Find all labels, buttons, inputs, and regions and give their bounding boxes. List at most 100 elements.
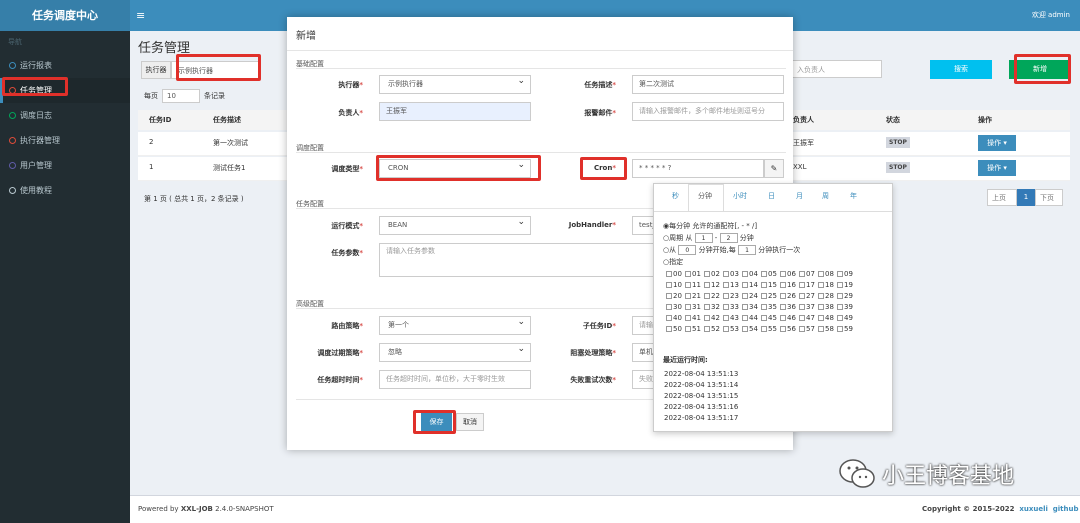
run-mode-select[interactable]: BEAN xyxy=(379,214,531,235)
minute-checkbox[interactable]: 03 xyxy=(723,270,739,278)
edit-icon[interactable]: ✎ xyxy=(764,159,784,178)
minute-checkbox[interactable]: 14 xyxy=(742,281,758,289)
cycle-from-input[interactable]: 1 xyxy=(694,233,713,243)
opt-every[interactable]: ◉ 每分钟 允许的通配符[, - * /] xyxy=(663,221,757,231)
current-page-button[interactable]: 1 xyxy=(1017,189,1035,206)
child-input[interactable]: 请输 xyxy=(632,316,654,335)
minute-checkbox[interactable]: 40 xyxy=(666,314,682,322)
minute-checkbox[interactable]: 15 xyxy=(761,281,777,289)
opt-from[interactable]: ○ 从 0 分钟开始,每 1 分钟执行一次 xyxy=(663,245,800,255)
minute-checkbox[interactable]: 02 xyxy=(704,270,720,278)
minute-checkbox[interactable]: 52 xyxy=(704,325,720,333)
minute-checkbox[interactable]: 16 xyxy=(780,281,796,289)
next-page-button[interactable]: 下页 xyxy=(1035,189,1063,206)
timeout-input[interactable]: 任务超时时间，单位秒，大于零时生效 xyxy=(379,370,531,389)
add-task-button[interactable]: 新增 xyxy=(1009,60,1071,79)
retry-input[interactable]: 失败 xyxy=(632,370,654,389)
cron-tab-4[interactable]: 月 xyxy=(796,191,803,201)
cron-input[interactable]: * * * * * ? xyxy=(632,159,764,178)
minute-checkbox[interactable]: 01 xyxy=(685,270,701,278)
app-logo[interactable]: 任务调度中心 xyxy=(0,0,130,31)
minute-checkbox[interactable]: 12 xyxy=(704,281,720,289)
github-link[interactable]: github xyxy=(1053,505,1079,513)
minute-checkbox[interactable]: 32 xyxy=(704,303,720,311)
minute-checkbox[interactable]: 43 xyxy=(723,314,739,322)
cron-tab-5[interactable]: 周 xyxy=(822,191,829,201)
per-page-select[interactable]: 10 xyxy=(162,89,200,103)
sidebar-item-4[interactable]: 用户管理 xyxy=(0,153,130,178)
minute-checkbox[interactable]: 55 xyxy=(761,325,777,333)
minute-checkbox[interactable]: 58 xyxy=(818,325,834,333)
executor-select[interactable]: 示例执行器 xyxy=(379,73,531,94)
minute-checkbox[interactable]: 09 xyxy=(837,270,853,278)
minute-checkbox[interactable]: 06 xyxy=(780,270,796,278)
minute-checkbox[interactable]: 47 xyxy=(799,314,815,322)
minute-checkbox[interactable]: 19 xyxy=(837,281,853,289)
minute-checkbox[interactable]: 37 xyxy=(799,303,815,311)
minute-checkbox[interactable]: 42 xyxy=(704,314,720,322)
minute-checkbox[interactable]: 07 xyxy=(799,270,815,278)
cron-tab-1[interactable]: 分钟 xyxy=(698,191,712,201)
cron-tab-0[interactable]: 秒 xyxy=(672,191,679,201)
menu-toggle-icon[interactable]: ≡ xyxy=(136,9,145,22)
minute-checkbox[interactable]: 45 xyxy=(761,314,777,322)
minute-checkbox[interactable]: 57 xyxy=(799,325,815,333)
sidebar-item-3[interactable]: 执行器管理 xyxy=(0,128,130,153)
sidebar-item-2[interactable]: 调度日志 xyxy=(0,103,130,128)
minute-checkbox[interactable]: 17 xyxy=(799,281,815,289)
sidebar-item-1[interactable]: 任务管理 xyxy=(0,78,130,103)
minute-checkbox[interactable]: 25 xyxy=(761,292,777,300)
user-menu[interactable]: 欢迎 admin xyxy=(1032,10,1070,20)
minute-checkbox[interactable]: 23 xyxy=(723,292,739,300)
minute-checkbox[interactable]: 35 xyxy=(761,303,777,311)
minute-checkbox[interactable]: 31 xyxy=(685,303,701,311)
owner-input[interactable]: 王振军 xyxy=(379,102,531,121)
minute-checkbox[interactable]: 39 xyxy=(837,303,853,311)
minute-checkbox[interactable]: 50 xyxy=(666,325,682,333)
minute-checkbox[interactable]: 20 xyxy=(666,292,682,300)
block-select[interactable]: 单机 xyxy=(632,343,654,362)
executor-filter-select[interactable]: 示例执行器 xyxy=(171,61,261,79)
opt-cycle[interactable]: ○ 周期 从 1 - 2 分钟 xyxy=(663,233,754,243)
minute-checkbox[interactable]: 53 xyxy=(723,325,739,333)
desc-input[interactable]: 第二次测试 xyxy=(632,75,784,94)
sidebar-item-5[interactable]: 使用教程 xyxy=(0,178,130,203)
minute-checkbox[interactable]: 28 xyxy=(818,292,834,300)
opt-specify[interactable]: ○ 指定 xyxy=(663,257,683,267)
minute-checkbox[interactable]: 33 xyxy=(723,303,739,311)
minute-checkbox[interactable]: 49 xyxy=(837,314,853,322)
row-action-button[interactable]: 操作 ▾ xyxy=(978,135,1016,151)
prev-page-button[interactable]: 上页 xyxy=(987,189,1017,206)
minute-checkbox[interactable]: 46 xyxy=(780,314,796,322)
search-button[interactable]: 搜索 xyxy=(930,60,992,79)
author-link[interactable]: xuxueli xyxy=(1019,505,1048,513)
every-input[interactable]: 1 xyxy=(738,245,757,255)
minute-checkbox[interactable]: 30 xyxy=(666,303,682,311)
row-action-button[interactable]: 操作 ▾ xyxy=(978,160,1016,176)
schedule-type-select[interactable]: CRON xyxy=(379,157,531,178)
misfire-select[interactable]: 忽略 xyxy=(379,341,531,362)
minute-checkbox[interactable]: 44 xyxy=(742,314,758,322)
from-input[interactable]: 0 xyxy=(678,245,697,255)
minute-checkbox[interactable]: 08 xyxy=(818,270,834,278)
cron-tab-3[interactable]: 日 xyxy=(768,191,775,201)
cancel-button[interactable]: 取消 xyxy=(456,413,484,431)
minute-checkbox[interactable]: 24 xyxy=(742,292,758,300)
minute-checkbox[interactable]: 56 xyxy=(780,325,796,333)
minute-checkbox[interactable]: 13 xyxy=(723,281,739,289)
save-button[interactable]: 保存 xyxy=(421,413,452,431)
minute-checkbox[interactable]: 11 xyxy=(685,281,701,289)
minute-checkbox[interactable]: 27 xyxy=(799,292,815,300)
handler-input[interactable]: testJ xyxy=(632,216,654,235)
minute-checkbox[interactable]: 26 xyxy=(780,292,796,300)
minute-checkbox[interactable]: 05 xyxy=(761,270,777,278)
minute-checkbox[interactable]: 41 xyxy=(685,314,701,322)
params-textarea[interactable]: 请输入任务参数 xyxy=(379,243,654,277)
cron-tab-6[interactable]: 年 xyxy=(850,191,857,201)
minute-checkbox[interactable]: 54 xyxy=(742,325,758,333)
minute-checkbox[interactable]: 29 xyxy=(837,292,853,300)
minute-checkbox[interactable]: 34 xyxy=(742,303,758,311)
email-input[interactable]: 请输入报警邮件，多个邮件地址则逗号分 xyxy=(632,102,784,121)
minute-checkbox[interactable]: 38 xyxy=(818,303,834,311)
owner-search-input[interactable]: 入负责人 xyxy=(790,60,882,78)
